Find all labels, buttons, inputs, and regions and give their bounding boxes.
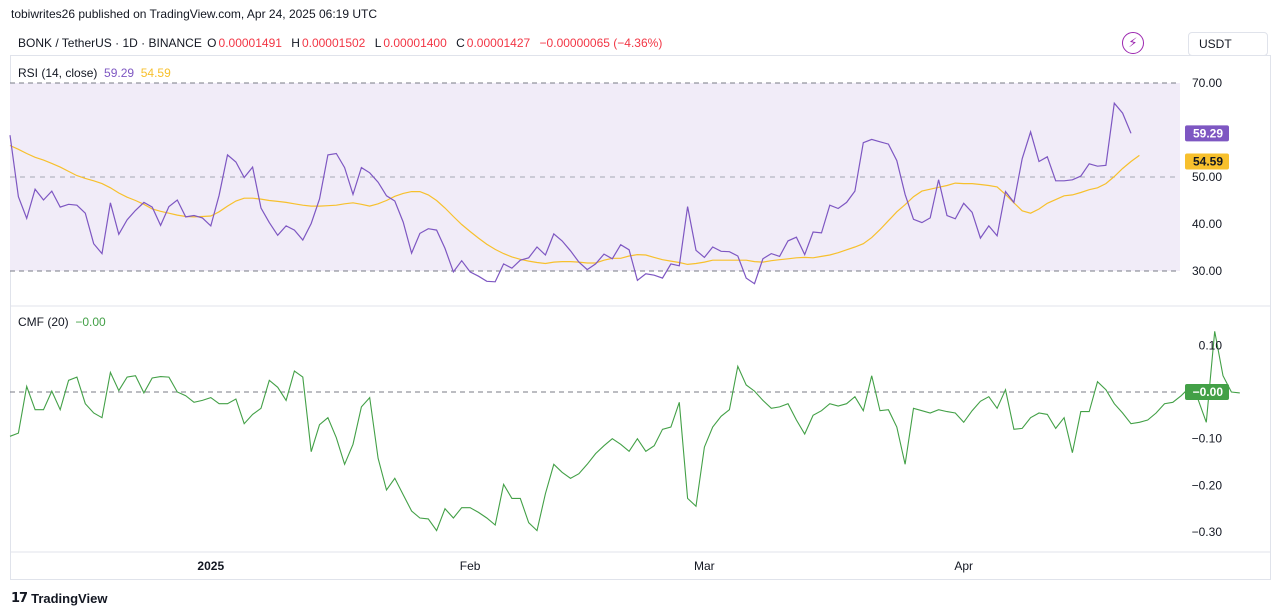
- cmf-y-tick-label: −0.10: [1192, 432, 1223, 446]
- x-tick-label: Feb: [460, 559, 481, 573]
- tradingview-logo-text: TradingView: [31, 590, 108, 606]
- cmf-line: [9, 331, 1240, 532]
- cmf-y-tick-label: −0.30: [1192, 525, 1223, 539]
- x-tick-label: Apr: [954, 559, 973, 573]
- x-tick-label: Mar: [694, 559, 715, 573]
- x-tick-label: 2025: [197, 559, 224, 573]
- rsi-y-tick-label: 70.00: [1192, 76, 1222, 90]
- rsi-ma-value-tag: 54.59: [1193, 154, 1223, 168]
- rsi-y-tick-label: 50.00: [1192, 170, 1222, 184]
- tradingview-logo-icon: 𝟭𝟳: [11, 590, 28, 605]
- tradingview-logo[interactable]: 𝟭𝟳 TradingView: [11, 590, 107, 606]
- rsi-y-tick-label: 30.00: [1192, 264, 1222, 278]
- cmf-value-tag: −0.00: [1193, 385, 1224, 399]
- cmf-y-tick-label: 0.10: [1199, 338, 1223, 352]
- cmf-y-tick-label: −0.20: [1192, 478, 1223, 492]
- indicator-chart[interactable]: 70.00 50.00 40.00 30.00 0.10 −0.10 −0.20 −0.30 5…: [0, 0, 1281, 615]
- rsi-y-tick-label: 40.00: [1192, 217, 1222, 231]
- rsi-value-tag: 59.29: [1193, 126, 1223, 140]
